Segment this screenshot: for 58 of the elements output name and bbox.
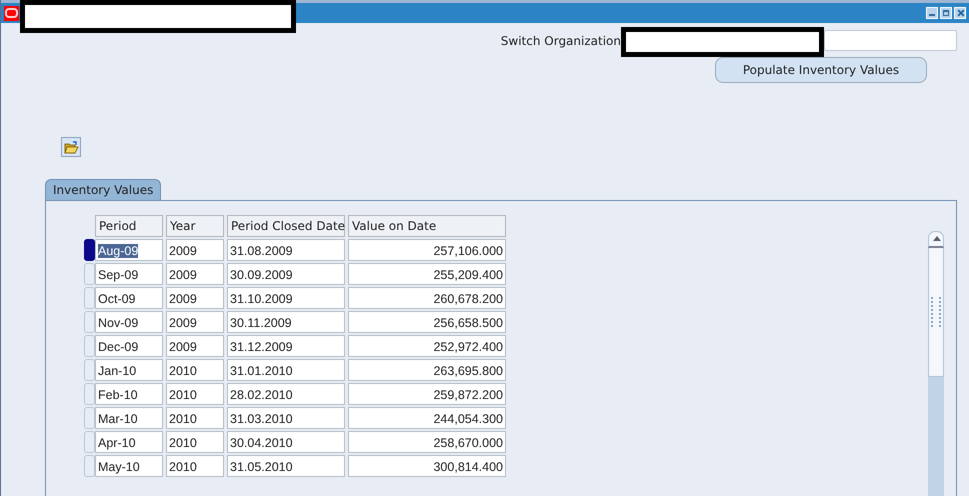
minimize-button[interactable]: [926, 7, 938, 19]
column-header[interactable]: Year: [166, 215, 224, 237]
column-header[interactable]: Period Closed Date: [227, 215, 345, 237]
table-cell[interactable]: 2010: [166, 383, 224, 405]
table-cell[interactable]: 31.10.2009: [227, 287, 345, 309]
column-header[interactable]: Period: [95, 215, 163, 237]
table-cell[interactable]: 260,678.200: [348, 287, 506, 309]
maximize-button[interactable]: [940, 7, 952, 19]
table-cell[interactable]: 256,658.500: [348, 311, 506, 333]
table-cell[interactable]: Oct-09: [95, 287, 163, 309]
table-cell[interactable]: 244,054.300: [348, 407, 506, 429]
table-cell[interactable]: 258,670.000: [348, 431, 506, 453]
table-cell[interactable]: Nov-09: [95, 311, 163, 333]
table-cell[interactable]: 31.03.2010: [227, 407, 345, 429]
table-cell[interactable]: 2009: [166, 263, 224, 285]
table-cell[interactable]: 30.09.2009: [227, 263, 345, 285]
table-cell[interactable]: 31.01.2010: [227, 359, 345, 381]
tab[interactable]: Inventory Values: [45, 179, 162, 200]
table-cell[interactable]: 30.11.2009: [227, 311, 345, 333]
folder-icon: [64, 140, 78, 154]
organization-field[interactable]: [824, 30, 957, 51]
table-cell[interactable]: 252,972.400: [348, 335, 506, 357]
table-cell[interactable]: Apr-10: [95, 431, 163, 453]
table-cell[interactable]: 31.12.2009: [227, 335, 345, 357]
table-cell[interactable]: 30.04.2010: [227, 431, 345, 453]
table-cell[interactable]: 259,872.200: [348, 383, 506, 405]
field-label: Switch Organization: [500, 34, 621, 48]
app-logo-icon: [4, 6, 19, 20]
table-cell[interactable]: 31.05.2010: [227, 455, 345, 477]
table-cell[interactable]: 263,695.800: [348, 359, 506, 381]
vertical-scrollbar[interactable]: [928, 231, 944, 496]
table-cell[interactable]: 2010: [166, 431, 224, 453]
table-cell[interactable]: Dec-09: [95, 335, 163, 357]
table-cell[interactable]: 31.08.2009: [227, 239, 345, 261]
table-cell[interactable]: 255,209.400: [348, 263, 506, 285]
table-cell[interactable]: 2010: [166, 455, 224, 477]
table-cell[interactable]: Feb-10: [95, 383, 163, 405]
populate-button[interactable]: Populate Inventory Values: [715, 57, 927, 83]
table-cell[interactable]: 2009: [166, 311, 224, 333]
table-cell[interactable]: 2009: [166, 335, 224, 357]
scroll-up-arrow-icon[interactable]: [928, 231, 944, 248]
table-cell[interactable]: 28.02.2010: [227, 383, 345, 405]
table-cell[interactable]: Aug-09: [95, 239, 163, 261]
close-button[interactable]: [954, 7, 966, 19]
table-cell[interactable]: Mar-10: [95, 407, 163, 429]
table-cell[interactable]: 2009: [166, 239, 224, 261]
table-cell[interactable]: 257,106.000: [348, 239, 506, 261]
row-selector[interactable]: [84, 239, 95, 261]
table-cell[interactable]: May-10: [95, 455, 163, 477]
table-cell[interactable]: 2009: [166, 287, 224, 309]
table-cell[interactable]: 300,814.400: [348, 455, 506, 477]
scroll-grip-icon[interactable]: [931, 297, 941, 327]
table-cell[interactable]: 2010: [166, 359, 224, 381]
table-cell[interactable]: Jan-10: [95, 359, 163, 381]
open-folder-button[interactable]: [61, 137, 81, 157]
table-cell[interactable]: Sep-09: [95, 263, 163, 285]
table-cell[interactable]: 2010: [166, 407, 224, 429]
column-header[interactable]: Value on Date: [348, 215, 506, 237]
